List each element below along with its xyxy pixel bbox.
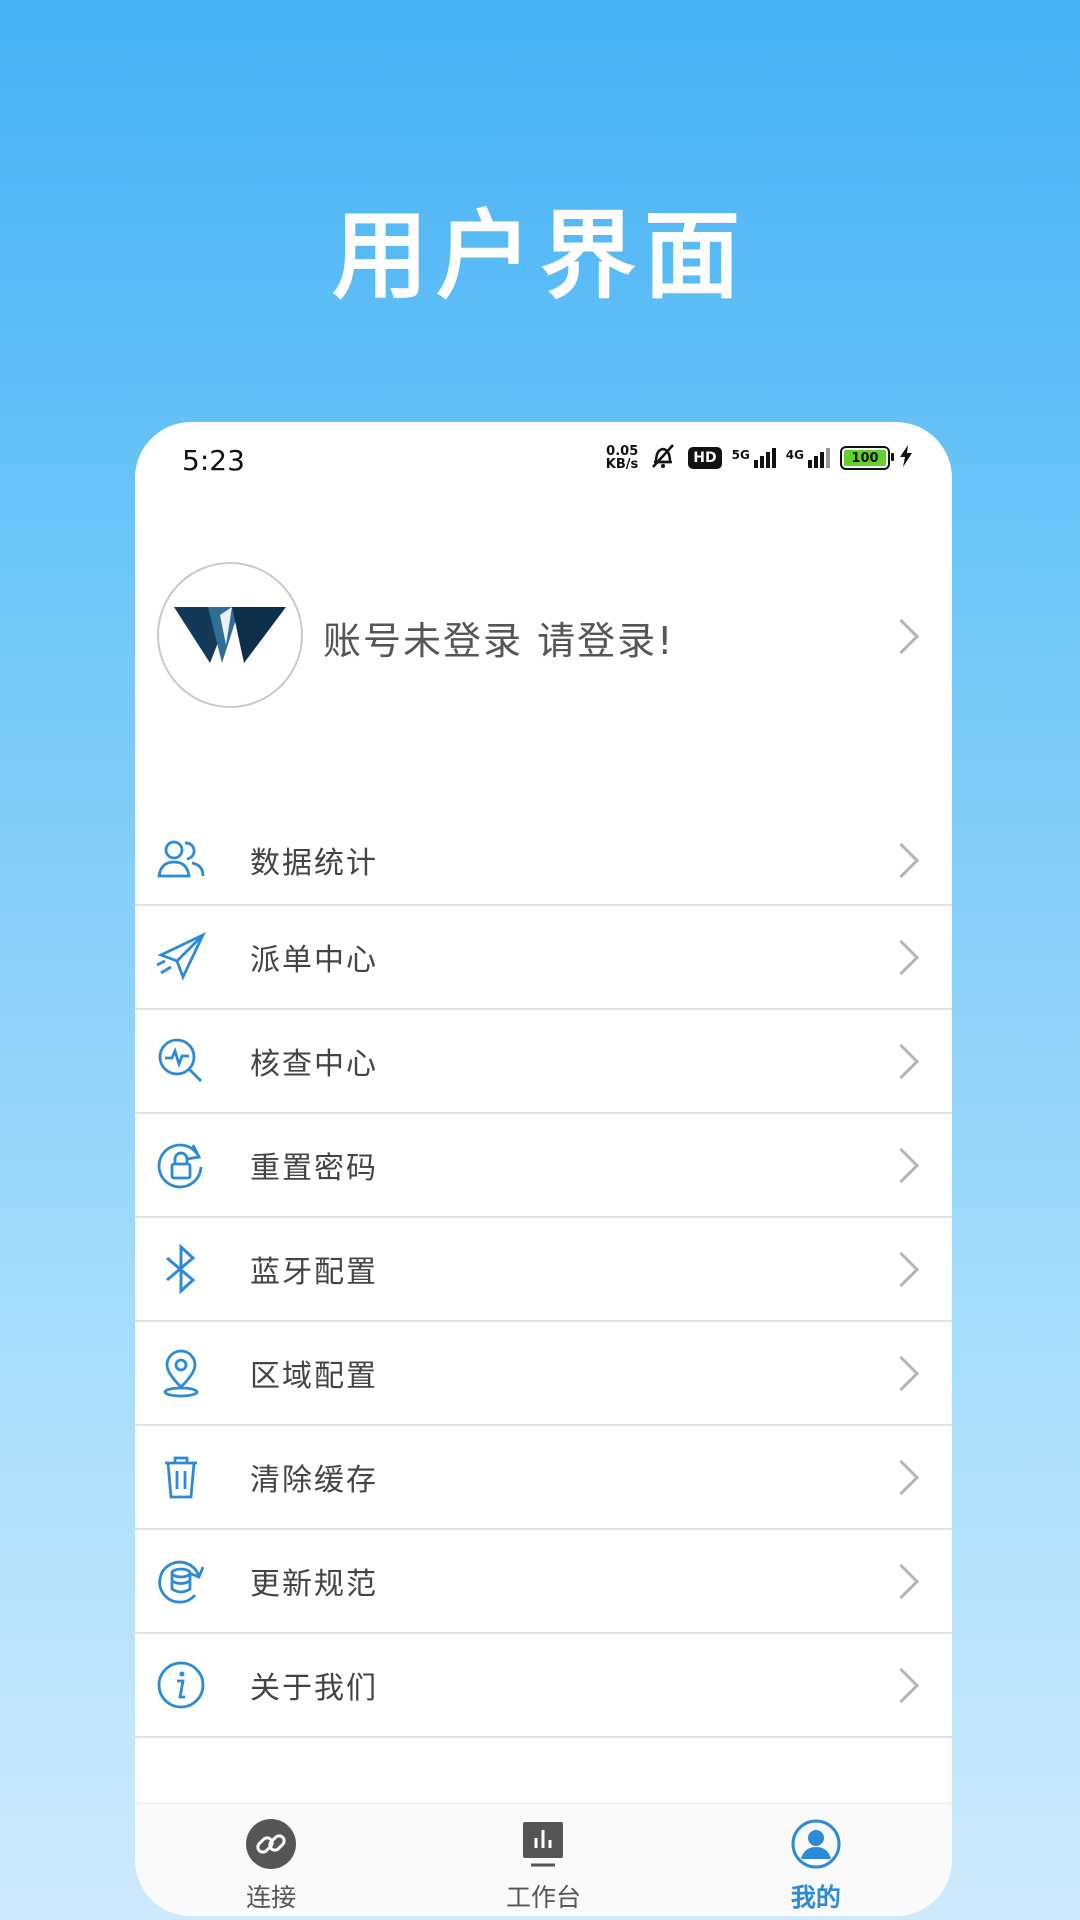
tab-connect[interactable]: 连接: [135, 1804, 407, 1916]
chevron-right-icon: [883, 1251, 920, 1288]
lock-reset-icon: [153, 1137, 209, 1193]
chevron-right-icon: [883, 618, 920, 655]
banner-title: 用户界面: [332, 200, 748, 312]
menu-item-update-specs[interactable]: 更新规范: [135, 1530, 952, 1634]
status-time: 5:23: [182, 444, 245, 477]
chart-icon: [517, 1818, 569, 1874]
signal-5g-icon: 5G: [732, 448, 776, 468]
menu-list: 数据统计 派单中心 核查中心 重置密码 蓝牙配置 区域配置 清除缓存 更新规范 …: [135, 816, 952, 1738]
chevron-right-icon: [883, 1667, 920, 1704]
menu-item-label: 蓝牙配置: [250, 1255, 378, 1290]
charging-icon: [900, 445, 912, 471]
tab-label: 我的: [790, 1883, 841, 1912]
menu-item-label: 关于我们: [250, 1671, 378, 1706]
bottom-tab-bar: 连接 工作台 我的: [135, 1803, 952, 1916]
menu-item-region-config[interactable]: 区域配置: [135, 1322, 952, 1426]
menu-item-label: 数据统计: [250, 846, 378, 881]
menu-item-data-statistics[interactable]: 数据统计: [135, 816, 952, 906]
login-prompt: 账号未登录 请登录!: [323, 619, 675, 663]
user-icon: [790, 1818, 842, 1874]
avatar[interactable]: [157, 562, 303, 708]
hd-voice-icon: HD: [688, 447, 722, 469]
location-pin-icon: [153, 1345, 209, 1401]
chevron-right-icon: [883, 939, 920, 976]
logo-icon: [174, 607, 286, 663]
tab-label: 连接: [246, 1883, 297, 1912]
phone-screen: 5:23 0.05 KB/s HD 5G 4G 100 账号未登录 请登录! 数…: [135, 422, 952, 1916]
menu-item-clear-cache[interactable]: 清除缓存: [135, 1426, 952, 1530]
menu-item-label: 派单中心: [250, 943, 378, 978]
info-icon: [153, 1657, 209, 1713]
net-speed: 0.05 KB/s: [606, 445, 638, 471]
status-icons: 0.05 KB/s HD 5G 4G 100: [606, 442, 912, 474]
menu-item-verification-center[interactable]: 核查中心: [135, 1010, 952, 1114]
users-icon: [153, 832, 209, 888]
trash-icon: [153, 1449, 209, 1505]
chevron-right-icon: [883, 1563, 920, 1600]
database-refresh-icon: [153, 1553, 209, 1609]
bluetooth-icon: [153, 1241, 209, 1297]
mute-bell-icon: [648, 442, 678, 474]
net-speed-unit: KB/s: [605, 457, 639, 472]
status-bar: 5:23 0.05 KB/s HD 5G 4G 100: [135, 422, 952, 498]
menu-item-dispatch-center[interactable]: 派单中心: [135, 906, 952, 1010]
signal-4g-icon: 4G: [786, 448, 830, 468]
tab-label: 工作台: [505, 1883, 581, 1912]
chevron-right-icon: [883, 842, 920, 879]
menu-item-label: 清除缓存: [250, 1463, 378, 1498]
chevron-right-icon: [883, 1147, 920, 1184]
link-icon: [245, 1818, 297, 1874]
profile-row[interactable]: 账号未登录 请登录!: [135, 562, 952, 712]
chevron-right-icon: [883, 1355, 920, 1392]
menu-item-label: 更新规范: [250, 1567, 378, 1602]
menu-item-reset-password[interactable]: 重置密码: [135, 1114, 952, 1218]
menu-item-label: 区域配置: [250, 1359, 378, 1394]
menu-item-label: 重置密码: [250, 1151, 378, 1186]
menu-item-about-us[interactable]: 关于我们: [135, 1634, 952, 1738]
paper-plane-icon: [153, 929, 209, 985]
search-pulse-icon: [153, 1033, 209, 1089]
chevron-right-icon: [883, 1043, 920, 1080]
tab-workbench[interactable]: 工作台: [407, 1804, 679, 1916]
tab-mine[interactable]: 我的: [680, 1804, 952, 1916]
battery-icon: 100: [840, 446, 894, 470]
menu-item-label: 核查中心: [250, 1047, 378, 1082]
chevron-right-icon: [883, 1459, 920, 1496]
menu-item-bluetooth-config[interactable]: 蓝牙配置: [135, 1218, 952, 1322]
